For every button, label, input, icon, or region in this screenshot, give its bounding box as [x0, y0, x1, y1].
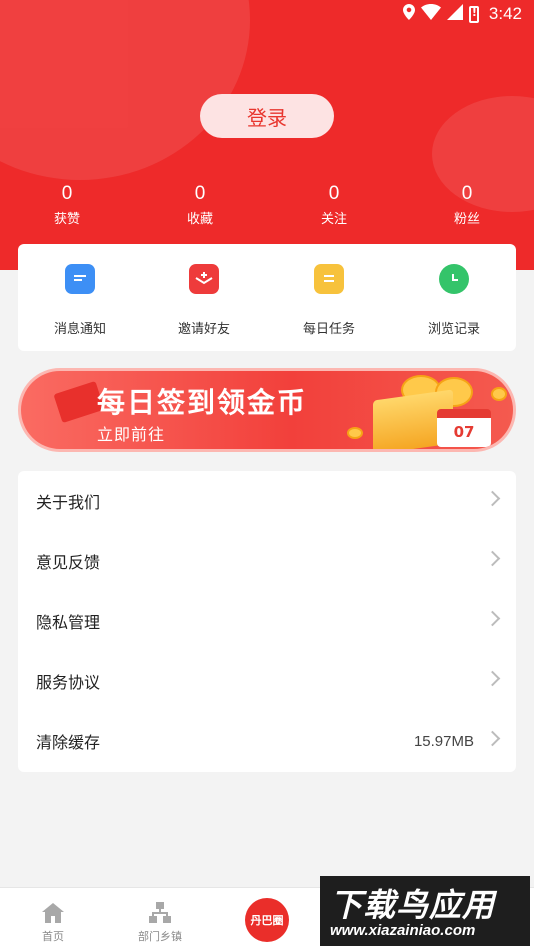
stat-fans[interactable]: 0 粉丝	[427, 182, 507, 227]
daily-checkin-banner[interactable]: 每日签到领金币 立即前往 07	[18, 368, 516, 452]
banner-title: 每日签到领金币	[97, 386, 308, 419]
stat-favorites[interactable]: 0 收藏	[160, 182, 240, 227]
watermark-url: www.xiazainiao.com	[330, 922, 476, 939]
stat-label: 收藏	[186, 212, 213, 227]
tab-danba-circle[interactable]: 丹巴圈	[245, 898, 289, 942]
chevron-right-icon	[484, 610, 501, 627]
stats-row: 0 获赞 0 收藏 0 关注 0 粉丝	[0, 182, 534, 230]
wifi-icon	[420, 4, 441, 24]
coin-icon	[347, 427, 363, 439]
battery-alert-icon	[468, 5, 479, 23]
coin-icon	[491, 387, 507, 401]
location-icon	[402, 4, 415, 24]
chevron-right-icon	[484, 730, 501, 747]
chevron-right-icon	[484, 670, 501, 687]
message-icon	[65, 264, 95, 294]
stat-following[interactable]: 0 关注	[294, 182, 374, 227]
tab-label: 部门乡镇	[138, 930, 182, 943]
quick-action-messages[interactable]: 消息通知	[18, 264, 142, 337]
org-chart-icon	[148, 902, 172, 924]
stat-label: 获赞	[53, 212, 80, 227]
signal-icon	[446, 4, 463, 24]
settings-menu: 关于我们 意见反馈 隐私管理 服务协议 清除缓存 15.97MB	[18, 471, 516, 772]
home-icon	[41, 902, 65, 924]
chevron-right-icon	[484, 550, 501, 567]
quick-actions-card: 消息通知 邀请好友 每日任务 浏览记录	[18, 244, 516, 351]
calendar-icon: 07	[437, 409, 491, 447]
menu-item-label: 意见反馈	[36, 553, 101, 572]
stat-value: 0	[61, 183, 73, 204]
menu-item-label: 服务协议	[36, 673, 101, 692]
quick-action-label: 每日任务	[302, 322, 355, 337]
menu-item-label: 隐私管理	[36, 613, 101, 632]
tab-home[interactable]: 首页	[13, 902, 93, 944]
tab-departments[interactable]: 部门乡镇	[120, 902, 200, 944]
stat-value: 0	[328, 183, 340, 204]
login-button[interactable]: 登录	[200, 94, 334, 138]
watermark-title: 下载鸟应用	[330, 886, 496, 924]
invite-envelope-icon	[189, 264, 219, 294]
quick-action-tasks[interactable]: 每日任务	[267, 264, 391, 337]
banner-subtitle: 立即前往	[97, 425, 166, 444]
menu-item-about[interactable]: 关于我们	[18, 471, 516, 531]
clock-icon	[439, 264, 469, 294]
stat-label: 关注	[320, 212, 347, 227]
menu-item-privacy[interactable]: 隐私管理	[18, 591, 516, 651]
quick-action-label: 邀请好友	[177, 322, 230, 337]
tab-label: 首页	[42, 930, 64, 943]
chevron-right-icon	[484, 490, 501, 507]
stat-label: 粉丝	[453, 212, 480, 227]
profile-header: 3:42 登录 0 获赞 0 收藏 0 关注 0 粉丝	[0, 0, 534, 270]
quick-action-history[interactable]: 浏览记录	[392, 264, 516, 337]
menu-item-label: 清除缓存	[36, 733, 101, 752]
menu-item-label: 关于我们	[36, 493, 101, 512]
stat-likes[interactable]: 0 获赞	[27, 182, 107, 227]
quick-action-invite[interactable]: 邀请好友	[142, 264, 266, 337]
quick-action-label: 消息通知	[53, 322, 106, 337]
stat-value: 0	[194, 183, 206, 204]
task-list-icon	[314, 264, 344, 294]
status-bar: 3:42	[0, 0, 534, 28]
menu-item-feedback[interactable]: 意见反馈	[18, 531, 516, 591]
menu-item-clear-cache[interactable]: 清除缓存 15.97MB	[18, 711, 516, 771]
menu-item-service-agreement[interactable]: 服务协议	[18, 651, 516, 711]
status-time: 3:42	[488, 4, 522, 23]
cache-size-value: 15.97MB	[413, 732, 474, 750]
watermark-logo: 下载鸟应用 www.xiazainiao.com	[320, 876, 530, 946]
quick-action-label: 浏览记录	[427, 322, 480, 337]
stat-value: 0	[461, 183, 473, 204]
